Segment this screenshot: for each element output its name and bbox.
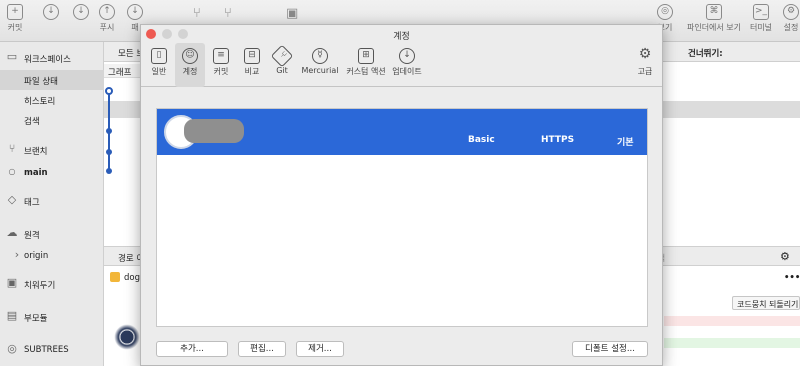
commit-button[interactable]: + 커밋 xyxy=(0,4,30,33)
push-label: 푸시 xyxy=(99,23,115,32)
account-protocol: HTTPS xyxy=(541,135,575,145)
remove-account-button[interactable]: 제거... xyxy=(296,341,344,357)
gear-icon: ⚙ xyxy=(638,46,652,62)
monitor-icon: ▭ xyxy=(6,50,18,63)
git-icon: ⑂ xyxy=(270,44,294,68)
merge-icon[interactable]: ⑂ xyxy=(224,6,232,21)
branch-icon[interactable]: ⑂ xyxy=(193,6,201,21)
window-titlebar: 계정 xyxy=(141,25,662,43)
sidebar-item-workspace[interactable]: ▭ 워크스페이스 xyxy=(0,48,104,68)
diff-removed-line xyxy=(664,316,800,326)
file-item[interactable]: dog xyxy=(124,273,140,283)
tab-updates[interactable]: ↓ 업데이트 xyxy=(389,43,425,87)
branch-icon: ⑂ xyxy=(8,142,16,155)
window-title: 계정 xyxy=(393,32,410,42)
accounts-list: Basic HTTPS 기본 xyxy=(156,108,648,327)
show-in-finder-button[interactable]: ⌘ 파인더에서 보기 xyxy=(684,4,744,33)
account-row[interactable]: Basic HTTPS 기본 xyxy=(157,109,647,155)
fetch-label: 패 xyxy=(131,23,139,32)
account-type: Basic xyxy=(468,135,495,145)
sidebar-item-main-branch[interactable]: ○ main xyxy=(0,163,104,183)
more-options-icon[interactable]: ••• xyxy=(784,273,800,283)
sidebar-item-stashes[interactable]: ▣ 치워두기 xyxy=(0,274,104,294)
commit-label: 커밋 xyxy=(7,23,23,32)
sidebar-item-submodules[interactable]: ▤ 부모듈 xyxy=(0,307,104,327)
stash-icon[interactable]: ▣ xyxy=(286,6,298,21)
tab-accounts[interactable]: ☺ 계정 xyxy=(175,43,205,87)
sidebar-item-subtrees[interactable]: ◎ SUBTREES xyxy=(0,340,104,360)
user-icon: ☺ xyxy=(182,48,198,64)
set-default-button[interactable]: 디폴트 설정... xyxy=(572,341,648,357)
terminal-label: 터미널 xyxy=(749,23,773,32)
tag-icon: ◇ xyxy=(7,193,17,206)
tab-git[interactable]: ⑂ Git xyxy=(268,43,296,87)
terminal-icon: >_ xyxy=(753,4,769,20)
tab-diff[interactable]: ⊟ 비교 xyxy=(238,43,266,87)
document-icon: ≡ xyxy=(213,48,229,64)
gear-icon[interactable]: ⚙ xyxy=(780,250,790,263)
custom-action-icon: ⊞ xyxy=(358,48,374,64)
gear-icon: ⚙ xyxy=(783,4,799,20)
switch-icon: ▯ xyxy=(151,48,167,64)
current-branch-dot-icon: ○ xyxy=(8,167,16,176)
add-account-button[interactable]: 추가... xyxy=(156,341,228,357)
preferences-tab-bar: ▯ 일반 ☺ 계정 ≡ 커밋 ⊟ 비교 ⑂ Git ☿ Mercurial ⊞ … xyxy=(141,43,662,87)
tab-advanced[interactable]: ⚙ 고급 xyxy=(631,43,659,87)
push-button[interactable]: ↑ 푸시 xyxy=(92,4,122,33)
settings-button[interactable]: ⚙ 설정 xyxy=(776,4,800,33)
edit-account-button[interactable]: 편집... xyxy=(238,341,286,357)
pull-button[interactable]: ↓ xyxy=(36,4,66,22)
tab-mercurial[interactable]: ☿ Mercurial xyxy=(298,43,342,87)
account-name-redacted xyxy=(184,119,244,143)
sidebar-item-branches[interactable]: ⑂ 브랜치 xyxy=(0,140,104,160)
graph-node xyxy=(106,168,112,174)
stash-icon: ▣ xyxy=(6,276,18,289)
graph-column-header: 그래프 xyxy=(104,64,140,78)
tab-general[interactable]: ▯ 일반 xyxy=(145,43,173,87)
revert-hunk-button[interactable]: 코드뭉치 되돌리기 xyxy=(732,296,800,310)
sidebar-item-origin[interactable]: › origin xyxy=(0,246,104,266)
mercurial-icon: ☿ xyxy=(312,48,328,64)
preferences-window: 계정 ▯ 일반 ☺ 계정 ≡ 커밋 ⊟ 비교 ⑂ Git ☿ Mercurial… xyxy=(140,24,663,366)
cloud-icon: ☁ xyxy=(6,226,18,239)
subtree-icon: ◎ xyxy=(7,342,17,355)
account-default-badge: 기본 xyxy=(617,138,634,148)
skip-label: 건너뛰기: xyxy=(688,49,723,59)
avatar xyxy=(112,322,142,352)
sidebar-item-remotes[interactable]: ☁ 원격 xyxy=(0,224,104,244)
finder-icon: ⌘ xyxy=(706,4,722,20)
sidebar-item-history[interactable]: 히스토리 xyxy=(0,90,104,110)
pull-icon: ↓ xyxy=(43,4,59,20)
diff-added-line xyxy=(664,338,800,348)
globe-icon: ◎ xyxy=(657,4,673,20)
submodule-icon: ▤ xyxy=(6,309,18,322)
settings-label: 설정 xyxy=(783,23,799,32)
compare-icon: ⊟ xyxy=(244,48,260,64)
push-icon: ↑ xyxy=(99,4,115,20)
sidebar-item-file-status[interactable]: 파일 상태 xyxy=(0,70,104,90)
finder-label: 파인더에서 보기 xyxy=(686,23,742,32)
arrow-down-icon: ↓ xyxy=(73,4,89,20)
sidebar: ▭ 워크스페이스 파일 상태 히스토리 검색 ⑂ 브랜치 ○ main ◇ 태그… xyxy=(0,42,104,366)
chevron-right-icon[interactable]: › xyxy=(10,249,24,261)
tab-commit[interactable]: ≡ 커밋 xyxy=(207,43,235,87)
terminal-button[interactable]: >_ 터미널 xyxy=(746,4,776,33)
fetch-icon: ↓ xyxy=(127,4,143,20)
commit-icon: + xyxy=(7,4,23,20)
graph-node-head xyxy=(105,87,113,95)
file-status-icon xyxy=(110,272,120,282)
graph-node xyxy=(106,149,112,155)
sidebar-item-tags[interactable]: ◇ 태그 xyxy=(0,191,104,211)
download-icon: ↓ xyxy=(399,48,415,64)
sidebar-item-search[interactable]: 검색 xyxy=(0,110,104,130)
graph-node xyxy=(106,128,112,134)
tab-custom-actions[interactable]: ⊞ 커스텀 액션 xyxy=(344,43,388,87)
